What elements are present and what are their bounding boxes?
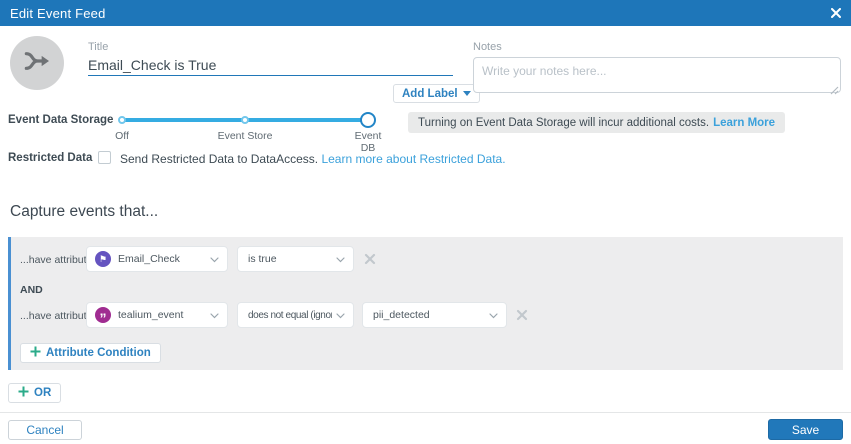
restricted-data-learn-more-link[interactable]: Learn more about Restricted Data. [321,152,505,166]
save-button[interactable]: Save [768,419,843,440]
or-label: OR [34,387,52,399]
edit-event-feed-modal: Edit Event Feed Title Add Label Notes Ev… [0,0,851,444]
plus-icon [30,346,41,360]
chevron-down-icon [489,306,498,324]
flag-boolean-icon: ⚑ [95,251,111,267]
restricted-data-label: Restricted Data [8,152,93,164]
remove-condition-icon[interactable] [515,308,529,322]
modal-header: Edit Event Feed [0,0,851,26]
chevron-down-icon [210,250,219,268]
chevron-down-icon [336,306,345,324]
value-text: pii_detected [373,309,430,321]
restricted-data-checkbox[interactable] [98,151,111,164]
slider-stop-off[interactable] [118,116,126,124]
operator-text: does not equal (ignore cas... [248,309,332,321]
merge-arrow-icon [21,45,53,82]
event-data-storage-label: Event Data Storage [8,114,114,126]
attribute-name: tealium_event [118,309,184,321]
restricted-data-sentence: Send Restricted Data to DataAccess. [120,152,319,166]
operator-text: is true [248,253,277,265]
close-icon[interactable] [830,7,842,19]
slider-label-event-db-line1: Event [354,130,382,142]
slider-label-off: Off [115,130,129,142]
chevron-down-icon [210,306,219,324]
condition-row-label: ...have attribute [20,310,93,322]
storage-warning-text: Turning on Event Data Storage will incur… [418,116,710,129]
slider-label-event-store: Event Store [217,130,273,142]
footer-divider [0,412,851,413]
string-quote-icon: ” [95,307,111,326]
add-label-text: Add Label [402,87,458,100]
slider-stop-event-store[interactable] [241,116,249,124]
restricted-data-text: Send Restricted Data to DataAccess. Lear… [120,152,506,166]
add-attribute-condition-button[interactable]: Attribute Condition [20,343,161,363]
operator-dropdown[interactable]: does not equal (ignore cas... [237,302,354,328]
remove-condition-icon[interactable] [363,252,377,266]
chevron-down-icon [336,250,345,268]
attribute-dropdown[interactable]: ” tealium_event [86,302,228,328]
and-connector: AND [20,284,43,296]
operator-dropdown[interactable]: is true [237,246,354,272]
warning-learn-more-link[interactable]: Learn More [713,117,775,129]
cancel-button[interactable]: Cancel [8,420,82,440]
notes-textarea[interactable] [473,57,841,93]
quote-glyph: ” [99,309,107,326]
storage-warning: Turning on Event Data Storage will incur… [408,112,786,133]
flag-glyph: ⚑ [98,253,108,264]
chevron-down-icon [462,91,471,96]
attribute-name: Email_Check [118,253,180,265]
feed-type-avatar [10,36,64,90]
value-dropdown[interactable]: pii_detected [362,302,507,328]
add-label-button[interactable]: Add Label [393,84,480,103]
capture-heading: Capture events that... [10,203,159,220]
slider-handle-event-db[interactable] [360,112,376,128]
attribute-dropdown[interactable]: ⚑ Email_Check [86,246,228,272]
title-input[interactable] [88,55,453,76]
condition-row-label: ...have attribute [20,254,93,266]
notes-label: Notes [473,41,502,53]
plus-icon [18,386,29,400]
add-or-button[interactable]: OR [8,383,62,403]
title-label: Title [88,41,109,53]
add-attribute-condition-label: Attribute Condition [46,347,151,359]
modal-title: Edit Event Feed [10,5,106,21]
